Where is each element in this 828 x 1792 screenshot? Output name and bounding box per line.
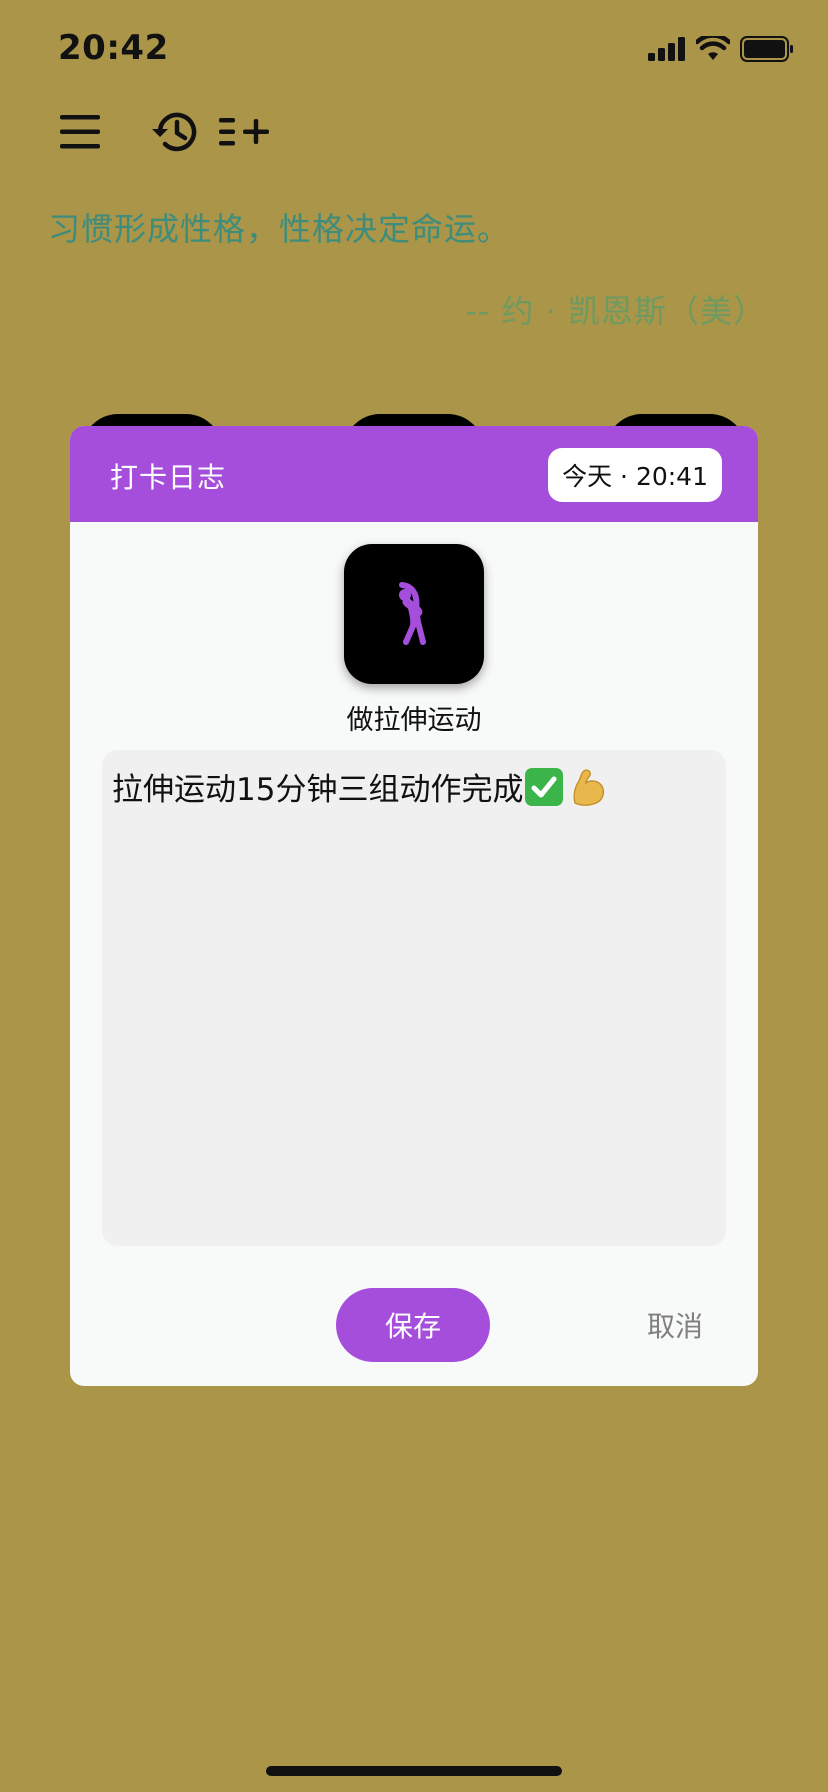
quote-text: 习惯形成性格，性格决定命运。 [48, 210, 511, 248]
note-content[interactable]: 拉伸运动15分钟三组动作完成 [112, 764, 609, 809]
status-time: 20:42 [58, 28, 169, 68]
note-textarea[interactable]: 拉伸运动15分钟三组动作完成 [102, 750, 726, 1246]
cancel-button[interactable]: 取消 [630, 1288, 720, 1362]
wifi-icon [696, 36, 730, 60]
playlist-add-icon [219, 118, 269, 146]
habit-icon-tile [344, 544, 484, 684]
stretching-person-icon [399, 582, 426, 645]
check-in-log-dialog: 打卡日志 今天 · 20:41 做拉伸运动 拉伸运动15分钟三组动作完成 保存 … [70, 426, 758, 1386]
home-indicator[interactable] [266, 1766, 562, 1776]
history-icon [152, 112, 197, 152]
habit-name: 做拉伸运动 [346, 705, 482, 736]
quote-author: -- 约 · 凯恩斯（美） [465, 292, 766, 330]
history-button[interactable] [146, 104, 202, 160]
signal-icon [648, 37, 685, 61]
date-time-chip[interactable]: 今天 · 20:41 [548, 448, 722, 502]
dialog-header: 打卡日志 今天 · 20:41 [70, 426, 758, 522]
flexed-biceps-emoji [573, 768, 605, 806]
menu-button[interactable] [52, 104, 108, 160]
dialog-title: 打卡日志 [110, 461, 227, 494]
menu-icon [60, 115, 100, 149]
status-icons [648, 36, 794, 62]
battery-icon [740, 36, 793, 62]
add-habit-button[interactable] [216, 104, 272, 160]
app-screen: 20:42 习惯形成性格，性格决定命运。 -- 约 · 凯恩斯（美） 打卡日志 … [0, 0, 828, 1792]
check-mark-button-emoji [525, 767, 564, 806]
save-button[interactable]: 保存 [336, 1288, 490, 1362]
note-text: 拉伸运动15分钟三组动作完成 [112, 772, 524, 808]
